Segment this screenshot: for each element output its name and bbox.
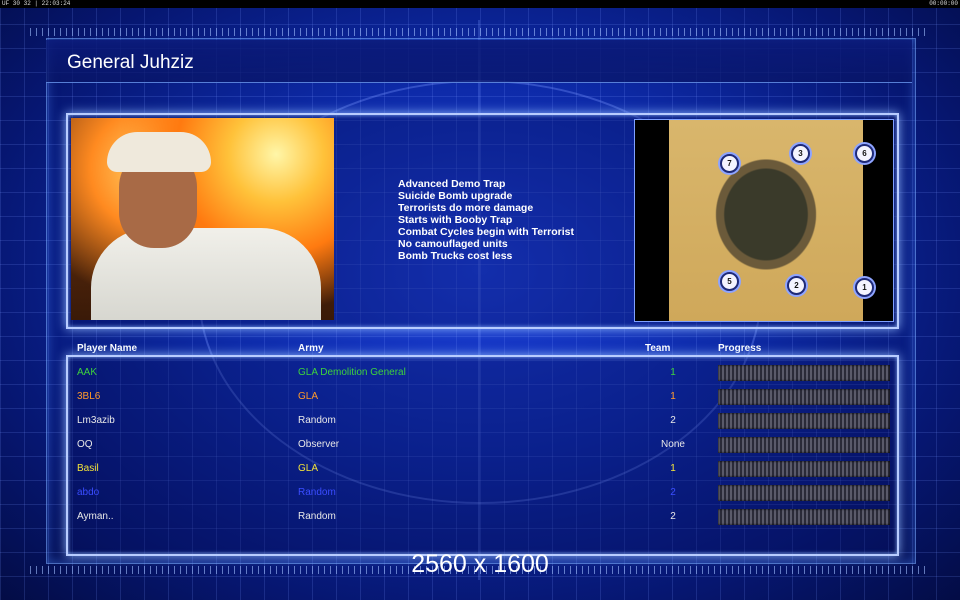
player-team: 2: [670, 487, 676, 498]
start-position-marker: 7: [720, 154, 739, 173]
trait-line: No camouflaged units: [398, 238, 508, 250]
player-row: abdo Random 2: [0, 481, 960, 505]
progress-bar: [718, 365, 890, 381]
player-team: 1: [670, 463, 676, 474]
general-title: General Juhziz: [67, 52, 194, 73]
player-team: 2: [670, 415, 676, 426]
column-header-team: Team: [645, 343, 671, 354]
column-header-name: Player Name: [77, 343, 138, 354]
column-header-army: Army: [298, 343, 324, 354]
trait-line: Terrorists do more damage: [398, 202, 534, 214]
status-left: UF 30 32 | 22:03:24: [2, 0, 71, 7]
map-preview: 7 3 6 5 2 1: [634, 119, 894, 322]
player-army: Random: [298, 415, 336, 426]
player-name: AAK: [77, 367, 98, 378]
player-row: Basil GLA 1: [0, 457, 960, 481]
player-army: Observer: [298, 439, 340, 450]
player-army: GLA: [298, 391, 319, 402]
start-position-marker: 1: [855, 278, 874, 297]
start-position-marker: 6: [855, 144, 874, 163]
player-name: Basil: [77, 463, 99, 474]
general-portrait: [71, 118, 334, 320]
player-team: 1: [670, 391, 676, 402]
progress-bar: [718, 461, 890, 477]
portrait-robe: [91, 228, 321, 320]
player-row: OQ Observer None: [0, 433, 960, 457]
player-name: Ayman..: [77, 511, 114, 522]
general-traits: Advanced Demo Trap Suicide Bomb upgrade …: [398, 178, 574, 262]
column-header-progress: Progress: [718, 343, 762, 354]
player-army: GLA Demolition General: [298, 367, 406, 378]
player-team: 1: [670, 367, 676, 378]
start-position-marker: 3: [791, 144, 810, 163]
start-position-marker: 5: [720, 272, 739, 291]
map-terrain: 7 3 6 5 2 1: [669, 120, 874, 321]
portrait-headwrap: [107, 132, 211, 172]
progress-bar: [718, 509, 890, 525]
loading-screen: UF 30 32 | 22:03:24 00:00:00 General Juh…: [0, 0, 960, 600]
trait-line: Advanced Demo Trap: [398, 178, 506, 190]
trait-line: Starts with Booby Trap: [398, 214, 513, 226]
player-name: Lm3azib: [77, 415, 115, 426]
progress-bar: [718, 413, 890, 429]
player-team: 2: [670, 511, 676, 522]
progress-bar: [718, 437, 890, 453]
player-name: abdo: [77, 487, 100, 498]
trait-line: Combat Cycles begin with Terrorist: [398, 226, 575, 238]
player-row: 3BL6 GLA 1: [0, 385, 960, 409]
player-army: Random: [298, 487, 336, 498]
player-team: None: [661, 439, 685, 450]
progress-bar: [718, 485, 890, 501]
player-row: Lm3azib Random 2: [0, 409, 960, 433]
top-ruler: [30, 28, 930, 36]
status-bar: UF 30 32 | 22:03:24 00:00:00: [0, 0, 960, 8]
progress-bar: [718, 389, 890, 405]
trait-line: Suicide Bomb upgrade: [398, 190, 513, 202]
trait-line: Bomb Trucks cost less: [398, 250, 513, 262]
resolution-caption: 2560 x 1600: [411, 550, 549, 578]
player-army: GLA: [298, 463, 319, 474]
status-right: 00:00:00: [929, 0, 958, 7]
player-name: OQ: [77, 439, 93, 450]
player-row: Ayman.. Random 2: [0, 505, 960, 529]
player-name: 3BL6: [77, 391, 101, 402]
player-army: Random: [298, 511, 336, 522]
player-row: AAK GLA Demolition General 1: [0, 361, 960, 385]
start-position-marker: 2: [787, 276, 806, 295]
